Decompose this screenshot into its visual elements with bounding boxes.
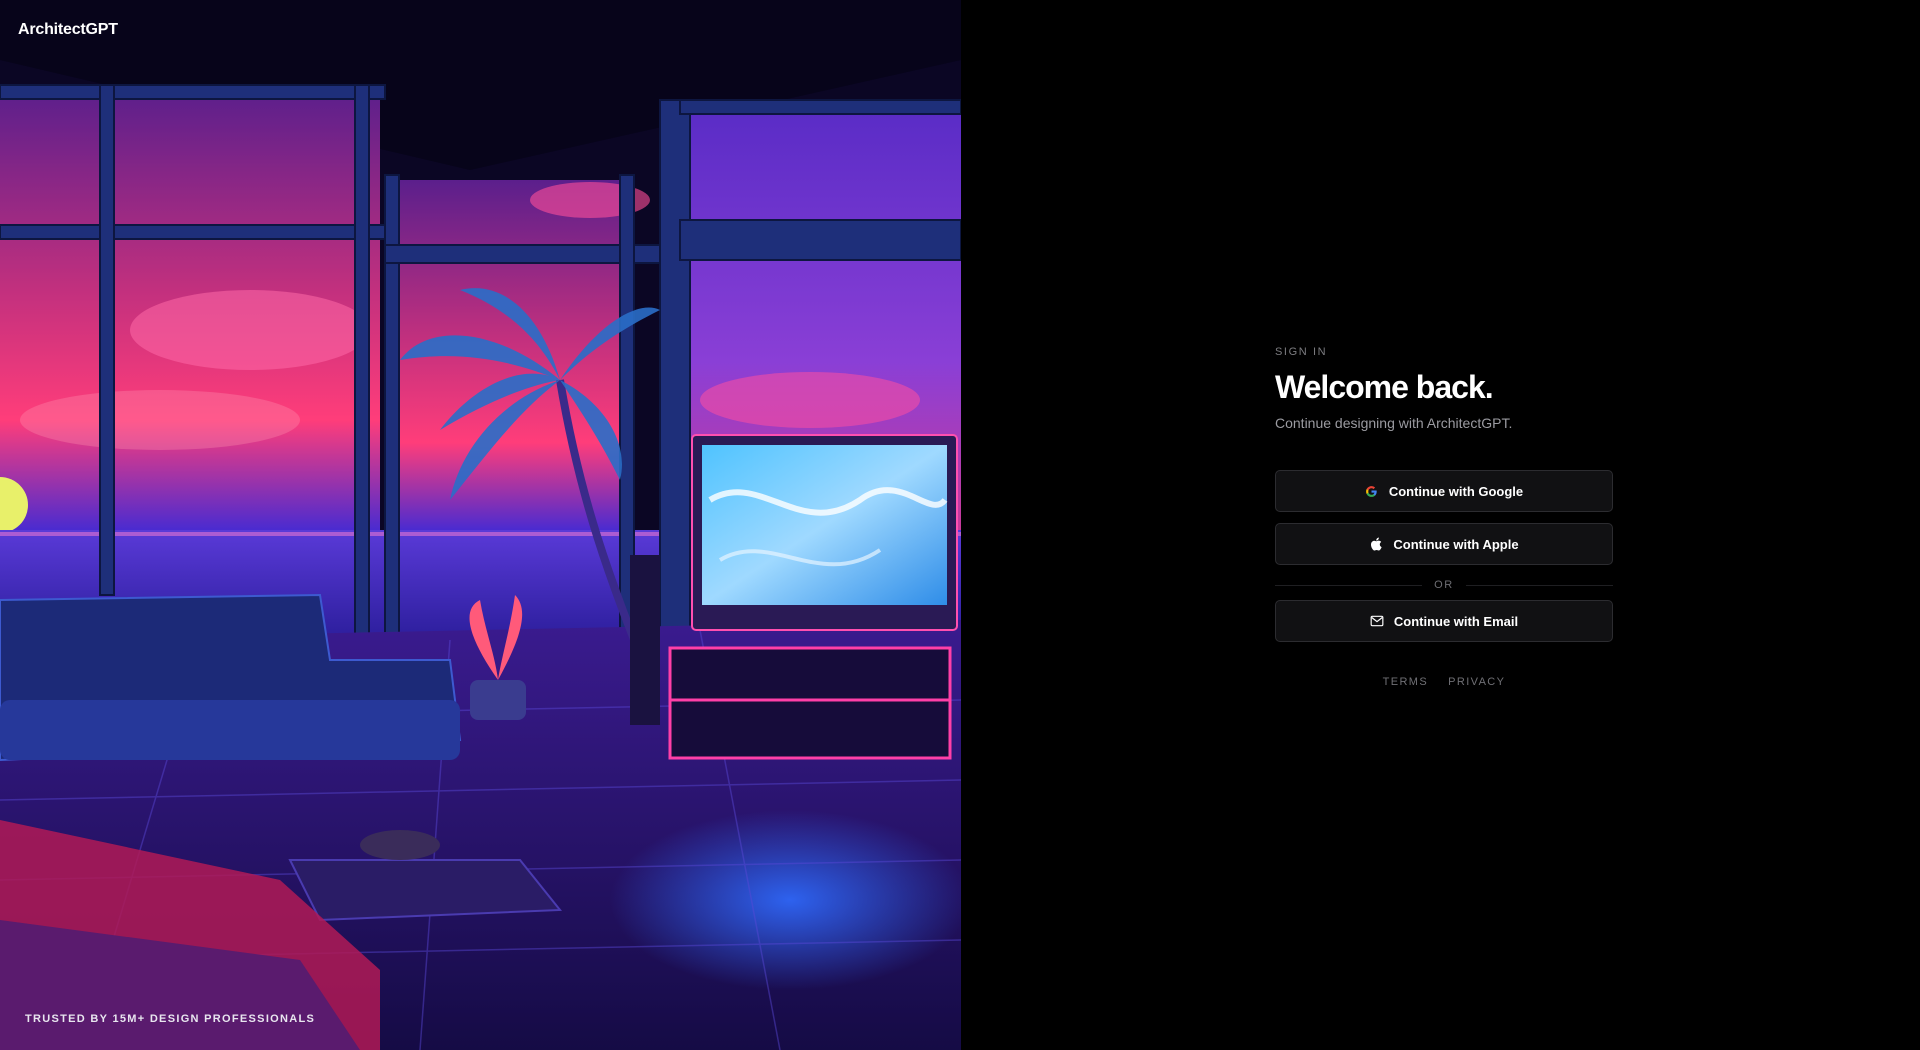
apple-icon	[1369, 537, 1383, 551]
continue-with-email-button[interactable]: Continue with Email	[1275, 600, 1613, 642]
hero-panel: ArchitectGPT TRUSTED BY 15M+ DESIGN PROF…	[0, 0, 961, 1050]
email-button-label: Continue with Email	[1393, 613, 1519, 629]
sign-in-page: ArchitectGPT TRUSTED BY 15M+ DESIGN PROF…	[0, 0, 1920, 1050]
trusted-tagline: TRUSTED BY 15M+ DESIGN PROFESSIONALS	[25, 1013, 316, 1025]
brand-logo[interactable]: ArchitectGPT	[18, 21, 118, 39]
continue-with-apple-button[interactable]: Continue with Apple	[1275, 523, 1613, 565]
legal-links: TERMS PRIVACY	[1275, 676, 1613, 688]
page-title: Welcome back.	[1275, 369, 1494, 405]
google-icon	[1365, 484, 1379, 498]
or-label: OR	[1434, 579, 1454, 591]
or-divider: OR	[1275, 578, 1614, 592]
auth-panel: SIGN IN Welcome back. Continue designing…	[961, 0, 1920, 1050]
sign-in-eyebrow: SIGN IN	[1275, 346, 1328, 358]
mail-icon	[1370, 614, 1384, 628]
divider-line-left	[1275, 584, 1423, 586]
apple-button-label: Continue with Apple	[1393, 536, 1519, 552]
hero-illustration	[0, 0, 961, 1050]
continue-with-google-button[interactable]: Continue with Google	[1275, 470, 1613, 512]
page-subtitle: Continue designing with ArchitectGPT.	[1275, 415, 1513, 431]
divider-line-right	[1465, 584, 1614, 586]
sign-in-card: SIGN IN Welcome back. Continue designing…	[1275, 345, 1614, 688]
terms-link[interactable]: TERMS	[1383, 676, 1429, 688]
google-button-label: Continue with Google	[1388, 483, 1524, 499]
privacy-link[interactable]: PRIVACY	[1448, 676, 1505, 688]
